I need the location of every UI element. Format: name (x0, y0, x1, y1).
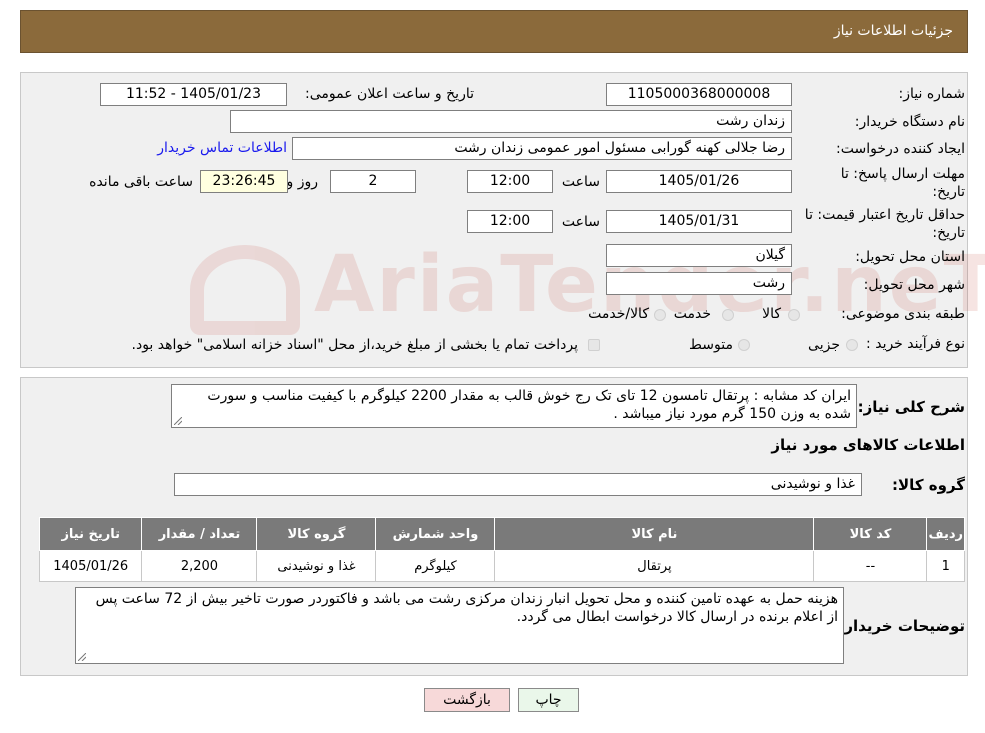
table-row: 1 -- پرتقال کیلوگرم غذا و نوشیدنی 2,200 … (38, 550, 965, 582)
deadline-date-field: 1405/01/26 (606, 170, 792, 193)
description-label: شرح کلی نیاز: (857, 398, 965, 416)
cell-goods-name: پرتقال (494, 550, 815, 582)
validity-time-label: ساعت (561, 214, 600, 230)
category-service-radio[interactable] (722, 309, 734, 321)
validity-label-line2: تاریخ: (932, 225, 965, 241)
buyer-notes-text: هزینه حمل به عهده تامین کننده و محل تحوی… (95, 591, 838, 625)
validity-time-field: 12:00 (467, 210, 553, 233)
requester-label: ایجاد کننده درخواست: (836, 141, 965, 157)
days-field: 2 (330, 170, 416, 193)
print-button[interactable]: چاپ (518, 688, 579, 712)
category-goods-label: کالا (762, 306, 781, 322)
buyer-notes-label: توضیحات خریدار: (838, 617, 965, 635)
category-goods-service-radio[interactable] (654, 309, 666, 321)
deadline-label-line1: مهلت ارسال پاسخ: تا (840, 166, 965, 182)
province-field: گیلان (606, 244, 792, 267)
col-quantity: تعداد / مقدار (141, 517, 258, 551)
col-need-date: تاریخ نیاز (38, 517, 143, 551)
description-textarea: ایران کد مشابه : پرتقال تامسون 12 تای تک… (171, 384, 857, 428)
goods-group-field: غذا و نوشیدنی (174, 473, 862, 496)
requester-field: رضا جلالی کهنه گورابی مسئول امور عمومی ز… (292, 137, 792, 160)
buyer-notes-textarea: هزینه حمل به عهده تامین کننده و محل تحوی… (75, 587, 844, 664)
process-partial-radio[interactable] (846, 339, 858, 351)
deadline-time-field: 12:00 (467, 170, 553, 193)
cell-unit: کیلوگرم (375, 550, 496, 582)
announce-datetime-field: 1405/01/23 - 11:52 (100, 83, 287, 106)
need-number-label: شماره نیاز: (898, 86, 966, 102)
buyer-contact-link[interactable]: اطلاعات تماس خریدار (157, 140, 287, 156)
resize-grip-icon[interactable] (78, 653, 86, 661)
process-medium-label: متوسط (689, 337, 733, 353)
process-medium-radio[interactable] (738, 339, 750, 351)
back-button[interactable]: بازگشت (424, 688, 510, 712)
remaining-time-label: ساعت باقی مانده (89, 174, 193, 190)
deadline-time-label: ساعت (561, 174, 600, 190)
cell-need-date: 1405/01/26 (38, 550, 143, 582)
resize-grip-icon[interactable] (174, 417, 182, 425)
process-treasury-checkbox[interactable] (588, 339, 600, 351)
col-goods-code: کد کالا (813, 517, 928, 551)
goods-section-title: اطلاعات کالاهای مورد نیاز (771, 436, 965, 454)
buyer-org-field: زندان رشت (230, 110, 792, 133)
process-treasury-note: پرداخت تمام یا بخشی از مبلغ خرید،از محل … (131, 337, 578, 353)
province-label: استان محل تحویل: (855, 249, 965, 265)
remaining-time-field: 23:26:45 (200, 170, 288, 193)
description-text: ایران کد مشابه : پرتقال تامسون 12 تای تک… (207, 388, 851, 422)
validity-label: حداقل تاریخ اعتبار قیمت: تا تاریخ: (805, 206, 965, 242)
category-service-label: خدمت (673, 306, 711, 322)
city-field: رشت (606, 272, 792, 295)
cell-goods-group: غذا و نوشیدنی (256, 550, 377, 582)
col-row-number: ردیف (926, 517, 965, 551)
page-header: جزئیات اطلاعات نیاز (20, 10, 968, 53)
validity-date-field: 1405/01/31 (606, 210, 792, 233)
process-partial-label: جزیی (808, 337, 840, 353)
cell-goods-code: -- (813, 550, 928, 582)
category-label: طبقه بندی موضوعی: (841, 306, 965, 322)
need-number-field: 1105000368000008 (606, 83, 792, 106)
city-label: شهر محل تحویل: (863, 277, 965, 293)
goods-table-header: ردیف کد کالا نام کالا واحد شمارش گروه کا… (38, 517, 965, 551)
category-goods-radio[interactable] (788, 309, 800, 321)
col-goods-name: نام کالا (494, 517, 815, 551)
deadline-label-line2: تاریخ: (932, 184, 965, 200)
col-goods-group: گروه کالا (256, 517, 377, 551)
goods-table: ردیف کد کالا نام کالا واحد شمارش گروه کا… (38, 517, 965, 582)
goods-group-label: گروه کالا: (892, 476, 965, 494)
col-unit: واحد شمارش (375, 517, 496, 551)
cell-quantity: 2,200 (141, 550, 258, 582)
category-goods-service-label: کالا/خدمت (588, 306, 649, 322)
deadline-label: مهلت ارسال پاسخ: تا تاریخ: (841, 165, 965, 201)
page-title: جزئیات اطلاعات نیاز (833, 23, 953, 39)
buyer-org-label: نام دستگاه خریدار: (854, 114, 965, 130)
validity-label-line1: حداقل تاریخ اعتبار قیمت: تا (804, 207, 965, 223)
days-label: روز و (286, 174, 319, 190)
process-label: نوع فرآیند خرید : (866, 336, 965, 352)
cell-row-number: 1 (926, 550, 965, 582)
announce-datetime-label: تاریخ و ساعت اعلان عمومی: (305, 86, 474, 102)
watermark-icon (190, 244, 300, 335)
